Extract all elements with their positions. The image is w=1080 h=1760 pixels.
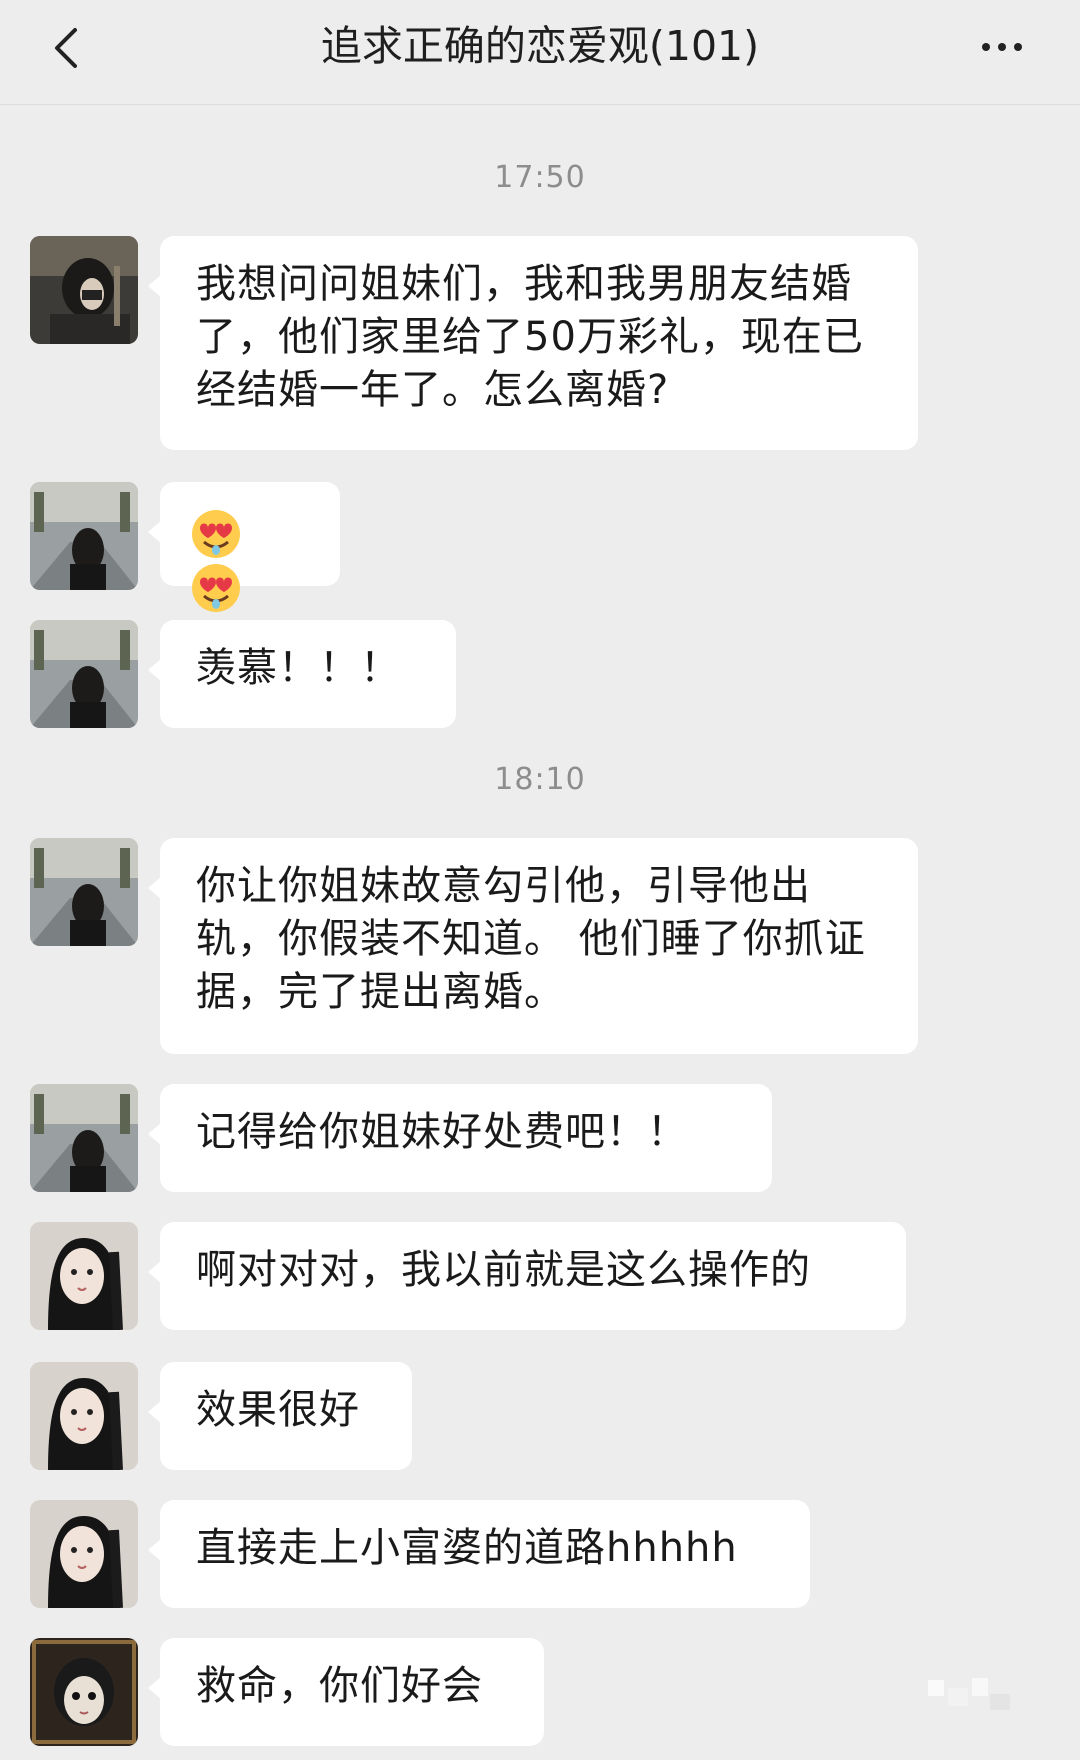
avatar-user-d[interactable] bbox=[30, 1638, 138, 1746]
avatar-user-b[interactable] bbox=[30, 1084, 138, 1192]
avatar-user-c[interactable] bbox=[30, 1222, 138, 1330]
message-bubble: 啊对对对，我以前就是这么操作的 bbox=[148, 1222, 906, 1330]
avatar-user-b[interactable] bbox=[30, 620, 138, 728]
avatar-user-c[interactable] bbox=[30, 1362, 138, 1470]
watermark-logo bbox=[920, 1670, 1020, 1720]
timestamp: 17:50 bbox=[494, 160, 586, 195]
timestamp: 18:10 bbox=[494, 762, 586, 797]
heart-eyes-drool-icon bbox=[192, 564, 240, 612]
message-bubble: 救命，你们好会 bbox=[148, 1638, 544, 1746]
avatar-user-b[interactable] bbox=[30, 482, 138, 590]
message-bubble: 直接走上小富婆的道路hhhhh bbox=[148, 1500, 810, 1608]
message-bubble: 你让你姐妹故意勾引他，引导他出轨，你假装不知道。 他们睡了你抓证据，完了提出离婚… bbox=[148, 838, 918, 1054]
more-button[interactable] bbox=[972, 26, 1032, 68]
message-bubble: 我想问问姐妹们，我和我男朋友结婚了，他们家里给了50万彩礼，现在已经结婚一年了。… bbox=[148, 236, 918, 450]
message-bubble: 效果很好 bbox=[148, 1362, 412, 1470]
message-bubble: 羡慕！！！ bbox=[148, 620, 456, 728]
heart-eyes-drool-icon bbox=[192, 510, 240, 558]
message-bubble: 记得给你姐妹好处费吧！！ bbox=[148, 1084, 772, 1192]
avatar-user-b[interactable] bbox=[30, 838, 138, 946]
avatar-user-a[interactable] bbox=[30, 236, 138, 344]
chat-screen: 追求正确的恋爱观(101) 17:50 我想问问姐妹们，我和我男朋友结婚了，他们… bbox=[0, 0, 1080, 1760]
avatar-user-c[interactable] bbox=[30, 1500, 138, 1608]
chat-header: 追求正确的恋爱观(101) bbox=[0, 0, 1080, 105]
chat-title: 追求正确的恋爱观(101) bbox=[320, 22, 760, 70]
message-bubble bbox=[148, 482, 340, 612]
more-icon bbox=[982, 43, 990, 51]
